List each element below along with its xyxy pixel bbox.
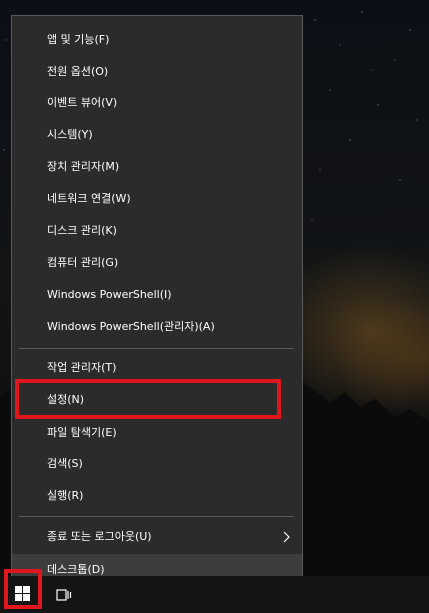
start-button-highlight-box (4, 569, 42, 609)
menu-item-disk-management[interactable]: 디스크 관리(K) (12, 215, 302, 247)
menu-item-event-viewer[interactable]: 이벤트 뷰어(V) (12, 87, 302, 119)
menu-item-apps-features[interactable]: 앱 및 기능(F) (12, 24, 302, 56)
menu-item-power-options[interactable]: 전원 옵션(O) (12, 56, 302, 88)
menu-item-powershell-admin[interactable]: Windows PowerShell(관리자)(A) (12, 311, 302, 343)
winx-context-menu: 앱 및 기능(F) 전원 옵션(O) 이벤트 뷰어(V) 시스템(Y) 장치 관… (11, 15, 303, 588)
menu-item-system[interactable]: 시스템(Y) (12, 119, 302, 151)
menu-item-network-connections[interactable]: 네트워크 연결(W) (12, 183, 302, 215)
menu-item-device-manager[interactable]: 장치 관리자(M) (12, 151, 302, 183)
menu-separator (19, 516, 294, 517)
menu-item-powershell[interactable]: Windows PowerShell(I) (12, 279, 302, 311)
menu-item-computer-management[interactable]: 컴퓨터 관리(G) (12, 247, 302, 279)
menu-item-search[interactable]: 검색(S) (12, 448, 302, 480)
menu-separator (19, 348, 294, 349)
menu-item-file-explorer[interactable]: 파일 탐색기(E) (12, 417, 302, 449)
chevron-right-icon (283, 531, 290, 543)
menu-item-shutdown-signout[interactable]: 종료 또는 로그아웃(U) (12, 521, 302, 553)
task-view-icon[interactable] (56, 587, 72, 603)
menu-item-label: 종료 또는 로그아웃(U) (47, 530, 152, 543)
menu-item-run[interactable]: 실행(R) (12, 480, 302, 512)
settings-highlight-box (15, 379, 281, 419)
